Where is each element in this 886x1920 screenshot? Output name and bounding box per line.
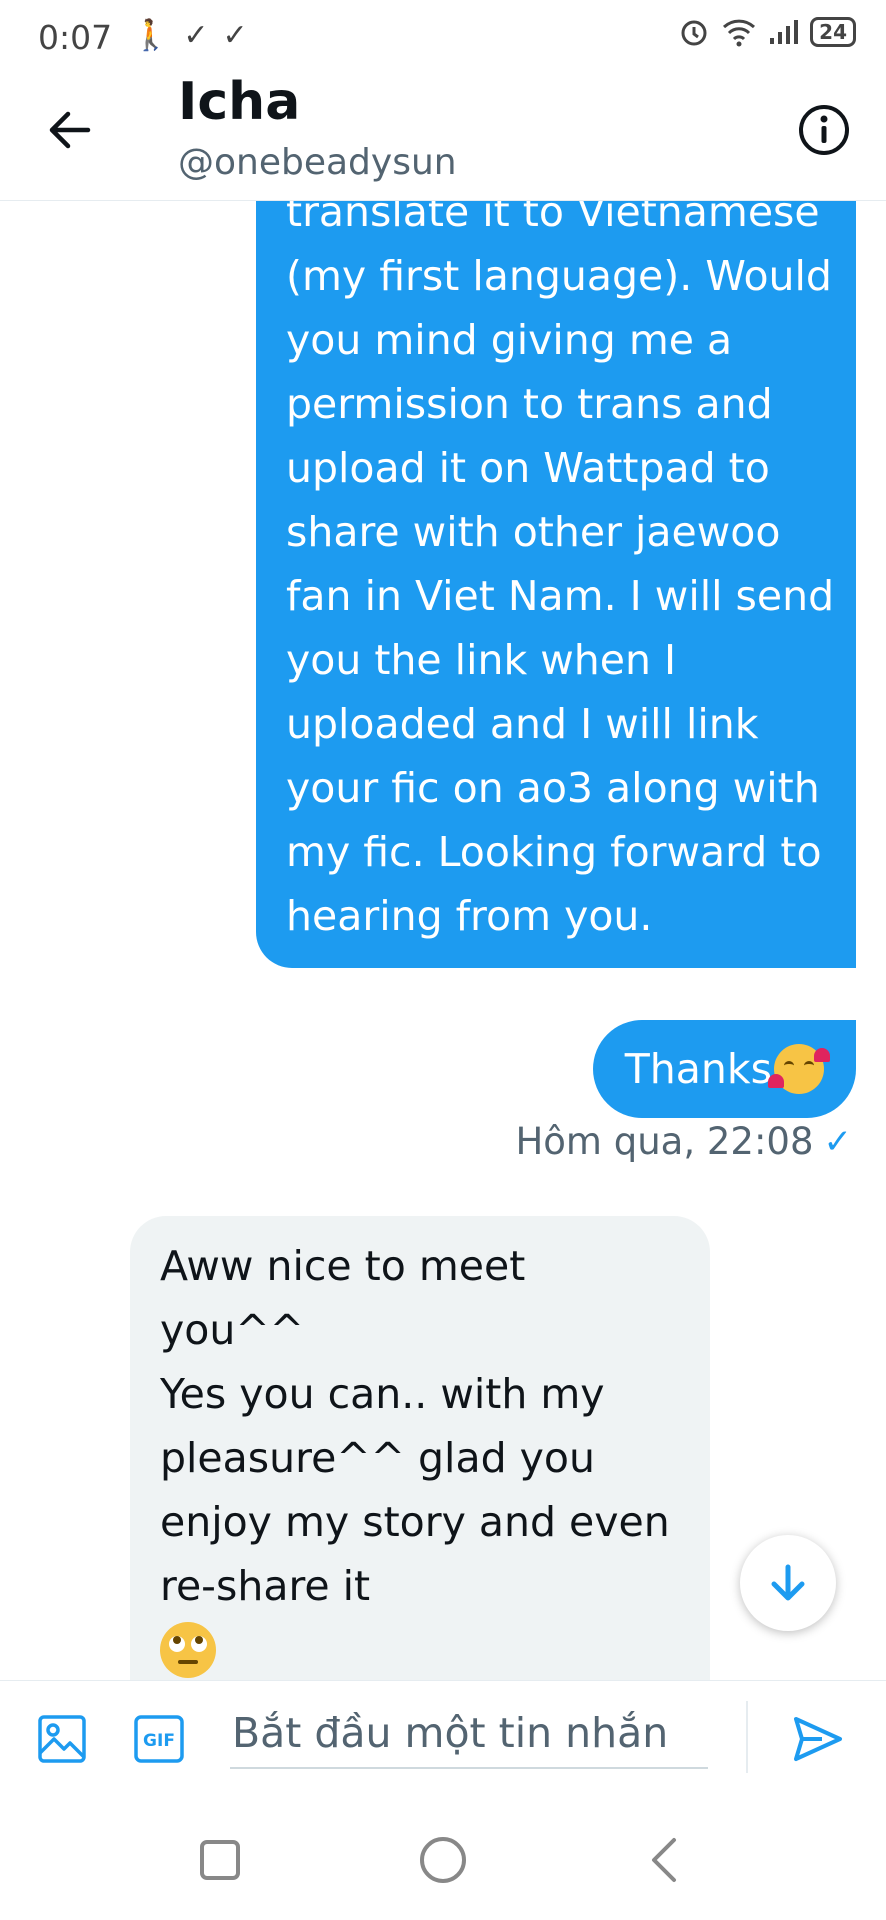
conversation-info-button[interactable] (796, 102, 852, 158)
send-button[interactable] (790, 1711, 846, 1767)
status-system-icons: 24 (678, 16, 856, 48)
circle-icon (420, 1837, 466, 1883)
add-media-button[interactable] (36, 1713, 88, 1765)
outgoing-message[interactable]: translate it to Vietnamese (my first lan… (256, 200, 856, 968)
message-text: Yes you can.. with my pleasure^^ glad yo… (160, 1370, 670, 1610)
square-icon (200, 1840, 240, 1880)
check-icon: ✓ (222, 18, 248, 53)
message-composer: GIF (0, 1680, 886, 1791)
status-time: 0:07 (38, 18, 113, 57)
status-bar: 0:07 🚶 ✓ ✓ 24 (0, 0, 886, 72)
contact-handle: @onebeadysun (178, 142, 457, 183)
eye-roll-emoji-icon (160, 1622, 216, 1678)
gif-label: GIF (143, 1731, 175, 1751)
composer-divider (746, 1701, 748, 1773)
sent-check-icon: ✓ (823, 1121, 853, 1162)
check-icon: ✓ (183, 18, 209, 53)
info-icon (799, 105, 849, 155)
incoming-message[interactable]: Aww nice to meet you^^ Yes you can.. wit… (130, 1216, 710, 1680)
status-notification-icons: 🚶 ✓ ✓ (132, 18, 248, 53)
alarm-icon (681, 20, 707, 46)
arrow-down-icon (771, 1564, 805, 1601)
timestamp-text: Hôm qua, 22:08 (515, 1120, 814, 1163)
smiling-hearts-emoji-icon (768, 1044, 830, 1094)
walking-icon: 🚶 (132, 18, 170, 53)
recent-apps-button[interactable] (190, 1830, 250, 1890)
message-list[interactable]: translate it to Vietnamese (my first lan… (0, 200, 886, 1680)
back-nav-button[interactable] (636, 1830, 696, 1890)
send-icon (794, 1717, 842, 1761)
message-text: Aww nice to meet you^^ (160, 1242, 526, 1354)
message-input[interactable] (230, 1699, 708, 1769)
conversation-header: Icha @onebeadysun (0, 72, 886, 201)
message-timestamp: Hôm qua, 22:08 ✓ (515, 1120, 852, 1163)
image-icon (38, 1715, 86, 1763)
back-button[interactable] (42, 102, 98, 158)
message-text: Thanks (624, 1045, 772, 1093)
battery-icon: 24 (810, 17, 856, 47)
signal-icon (770, 20, 799, 44)
scroll-to-bottom-button[interactable] (740, 1535, 836, 1631)
system-navigation-bar (0, 1790, 886, 1920)
chevron-left-icon (652, 1838, 676, 1882)
add-gif-button[interactable]: GIF (133, 1714, 185, 1764)
contact-name: Icha (178, 72, 301, 132)
wifi-icon (723, 19, 756, 47)
gif-icon: GIF (134, 1715, 184, 1763)
back-arrow-icon (49, 111, 91, 149)
home-button[interactable] (413, 1830, 473, 1890)
outgoing-message[interactable]: Thanks (592, 1020, 856, 1118)
